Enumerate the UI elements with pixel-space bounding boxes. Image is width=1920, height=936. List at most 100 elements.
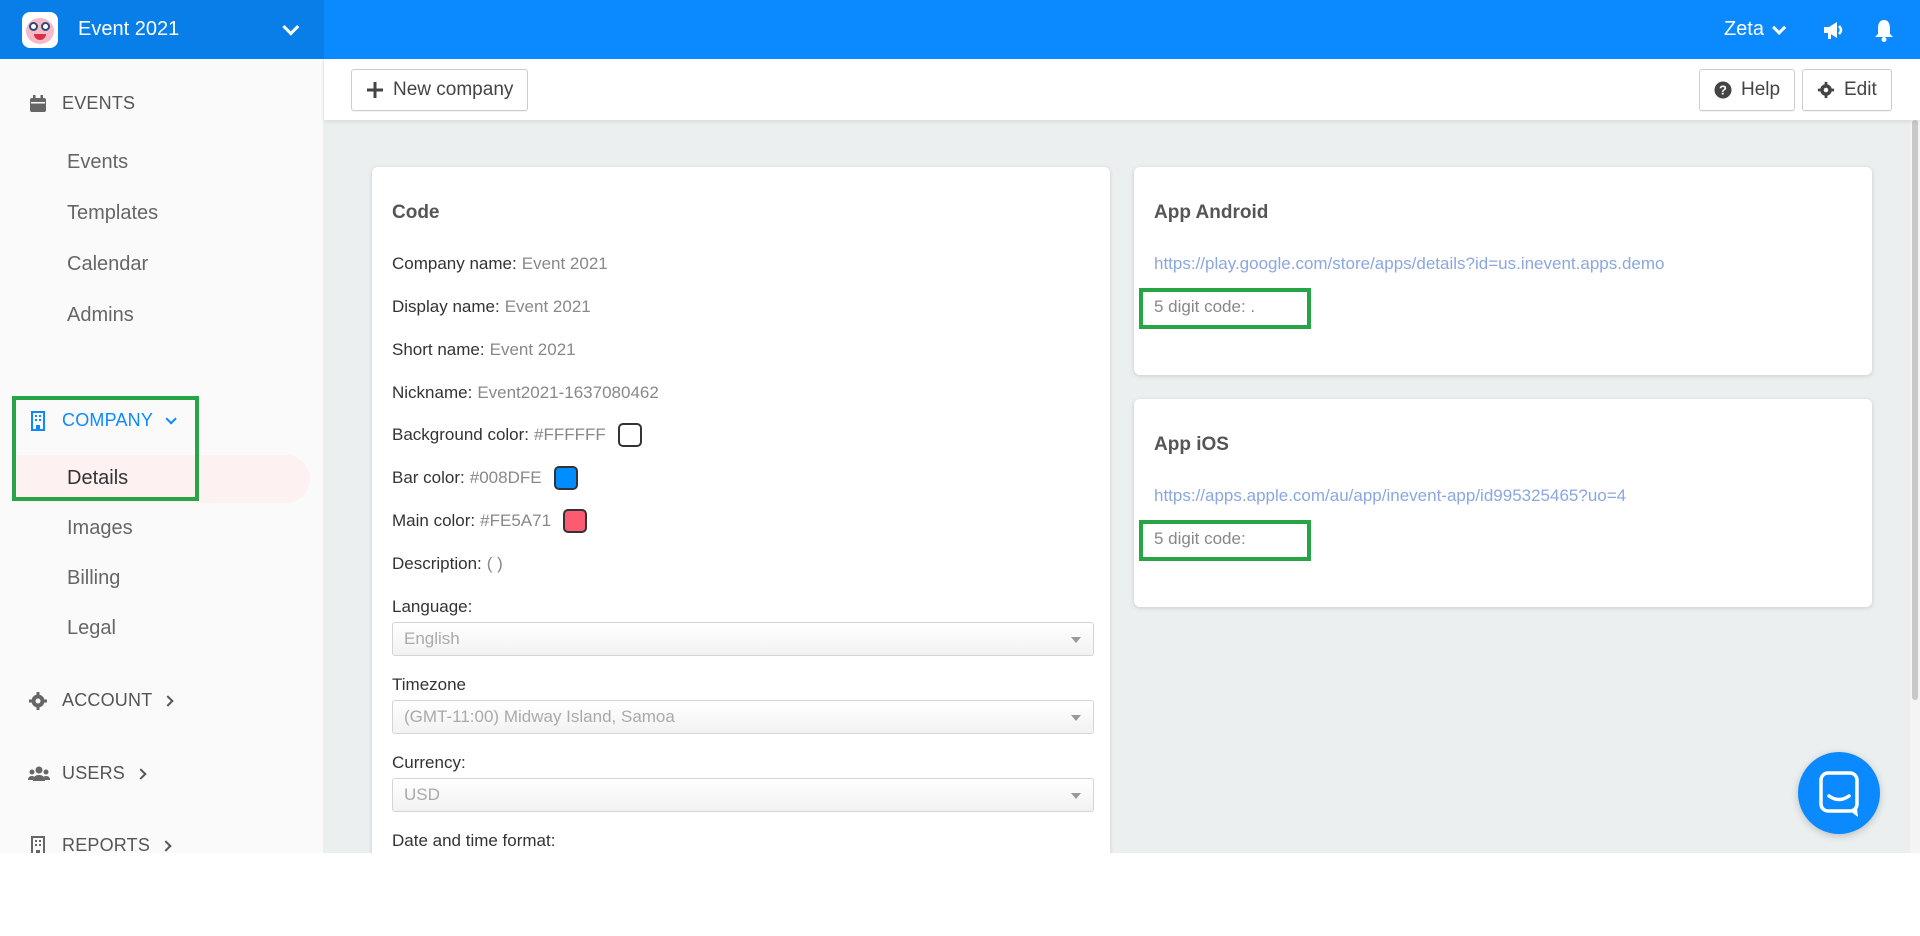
new-company-label: New company <box>393 79 514 100</box>
field-value: Event 2021 <box>504 297 591 316</box>
color-swatch <box>553 466 578 490</box>
building-icon <box>28 835 48 853</box>
sidebar-item-legal[interactable]: Legal <box>67 617 116 640</box>
chat-icon <box>1819 771 1859 817</box>
ios-card: App iOS https://apps.apple.com/au/app/in… <box>1134 399 1872 607</box>
field-value: #FFFFFF <box>534 425 606 444</box>
android-store-link[interactable]: https://play.google.com/store/apps/detai… <box>1154 254 1664 274</box>
code-card: Code Company name: Event 2021 Display na… <box>372 167 1110 853</box>
display-name-row: Display name: Event 2021 <box>392 297 591 317</box>
highlight-box <box>1139 288 1311 329</box>
scrollbar-thumb[interactable] <box>1912 120 1918 700</box>
app-logo <box>22 11 58 48</box>
nickname-row: Nickname: Event2021-1637080462 <box>392 383 659 403</box>
date-format-label: Date and time format: <box>392 831 556 850</box>
highlight-box <box>12 396 199 501</box>
help-button[interactable]: ? Help <box>1699 69 1796 111</box>
chevron-down-icon[interactable] <box>1772 20 1787 35</box>
currency-select[interactable]: USD <box>392 778 1094 812</box>
field-label: Display name: <box>392 297 500 316</box>
description-row: Description: ( ) <box>392 554 503 574</box>
top-bar: Event 2021 Zeta <box>0 0 1920 59</box>
sidebar-item-images[interactable]: Images <box>67 517 133 540</box>
event-switcher[interactable]: Event 2021 <box>0 0 324 59</box>
currency-label: Currency: <box>392 753 466 772</box>
dropdown-arrow-icon <box>1071 793 1081 799</box>
user-menu[interactable]: Zeta <box>1724 18 1764 41</box>
main-content: Code Company name: Event 2021 Display na… <box>324 120 1910 853</box>
language-value: English <box>404 629 460 648</box>
language-label: Language: <box>392 597 473 616</box>
app-window: Event 2021 Zeta EVENTS Events Templates … <box>0 0 1920 853</box>
gear-icon <box>28 691 48 711</box>
sidebar-section-label: EVENTS <box>62 93 136 113</box>
bar-color-row: Bar color: #008DFE <box>392 466 578 490</box>
language-select[interactable]: English <box>392 622 1094 656</box>
chevron-right-icon <box>160 839 172 852</box>
megaphone-icon[interactable] <box>1820 16 1848 44</box>
sidebar-section-label: USERS <box>62 763 126 783</box>
plus-icon <box>366 81 384 99</box>
company-name-row: Company name: Event 2021 <box>392 254 608 274</box>
color-swatch <box>617 423 642 447</box>
field-label: Bar color: <box>392 468 465 487</box>
field-label: Short name: <box>392 340 485 359</box>
background-color-row: Background color: #FFFFFF <box>392 423 642 447</box>
sidebar-item-calendar[interactable]: Calendar <box>67 253 148 276</box>
field-label: Nickname: <box>392 383 473 402</box>
chevron-right-icon <box>162 694 175 707</box>
ios-store-link[interactable]: https://apps.apple.com/au/app/inevent-ap… <box>1154 486 1626 506</box>
svg-text:?: ? <box>1719 83 1727 98</box>
sidebar-section-users[interactable]: USERS <box>28 763 147 784</box>
timezone-label: Timezone <box>392 675 467 694</box>
dropdown-arrow-icon <box>1071 715 1081 721</box>
highlight-box <box>1139 520 1311 561</box>
card-title: App iOS <box>1154 434 1229 455</box>
field-label: Description: <box>392 554 482 573</box>
color-swatch <box>563 509 588 533</box>
question-icon: ? <box>1714 81 1732 99</box>
field-value: Event2021-1637080462 <box>477 383 659 402</box>
card-title: Code <box>392 202 440 223</box>
sidebar-section-events[interactable]: EVENTS <box>28 93 135 114</box>
short-name-row: Short name: Event 2021 <box>392 340 576 360</box>
dropdown-arrow-icon <box>1071 637 1081 643</box>
topbar-actions: Zeta <box>1724 0 1920 59</box>
sidebar-section-label: ACCOUNT <box>62 690 153 710</box>
field-value: Event 2021 <box>489 340 576 359</box>
event-title: Event 2021 <box>78 18 180 40</box>
sidebar-item-billing[interactable]: Billing <box>67 567 120 590</box>
edit-button[interactable]: Edit <box>1802 69 1892 111</box>
gear-icon <box>1817 81 1835 99</box>
field-label: Main color: <box>392 511 476 530</box>
scrollbar[interactable] <box>1910 120 1920 853</box>
new-company-button[interactable]: New company <box>351 69 529 111</box>
timezone-value: (GMT-11:00) Midway Island, Samoa <box>404 707 675 726</box>
field-label: Company name: <box>392 254 517 273</box>
chevron-right-icon <box>135 767 147 780</box>
users-icon <box>28 764 50 784</box>
sidebar-item-templates[interactable]: Templates <box>67 202 158 225</box>
card-title: App Android <box>1154 202 1269 223</box>
field-value: ( ) <box>486 554 503 573</box>
currency-value: USD <box>404 785 440 804</box>
android-card: App Android https://play.google.com/stor… <box>1134 167 1872 375</box>
timezone-select[interactable]: (GMT-11:00) Midway Island, Samoa <box>392 700 1094 734</box>
calendar-icon <box>28 94 48 114</box>
sidebar-item-admins[interactable]: Admins <box>67 304 134 327</box>
toolbar: New company ? Help Edit <box>324 59 1920 120</box>
sidebar-item-events[interactable]: Events <box>67 151 128 174</box>
field-value: Event 2021 <box>521 254 608 273</box>
field-value: #FE5A71 <box>480 511 552 530</box>
bell-icon[interactable] <box>1870 16 1898 44</box>
edit-label: Edit <box>1844 79 1877 100</box>
help-label: Help <box>1741 79 1781 100</box>
chevron-down-icon[interactable] <box>282 18 300 36</box>
field-label: Background color: <box>392 425 530 444</box>
sidebar-section-label: REPORTS <box>62 835 151 853</box>
main-color-row: Main color: #FE5A71 <box>392 509 588 533</box>
field-value: #008DFE <box>469 468 542 487</box>
chat-button[interactable] <box>1798 752 1880 834</box>
sidebar-section-reports[interactable]: REPORTS <box>28 835 172 853</box>
sidebar-section-account[interactable]: ACCOUNT <box>28 690 175 711</box>
